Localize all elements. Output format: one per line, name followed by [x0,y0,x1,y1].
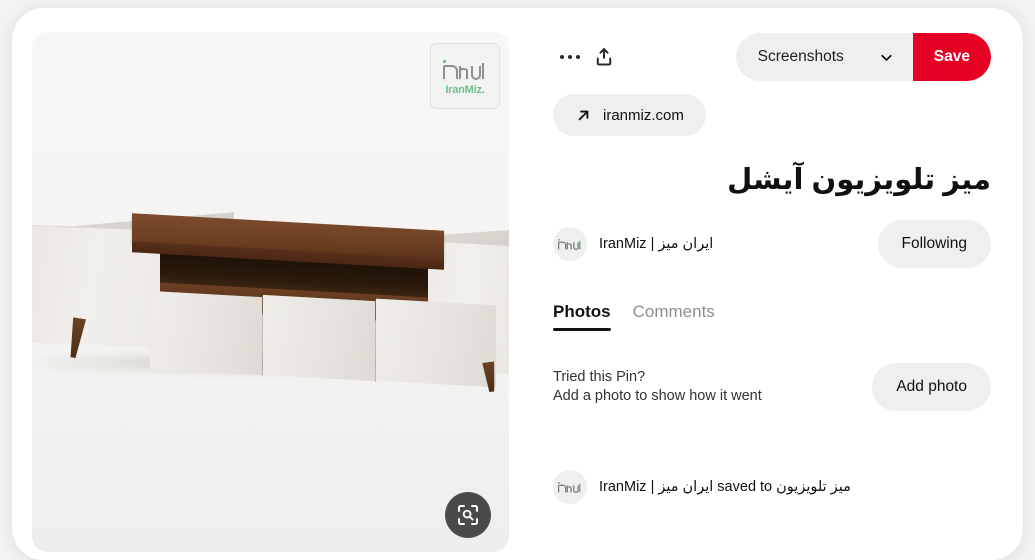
save-control-group: Screenshots Save [735,33,991,81]
share-icon [596,48,612,66]
pin-media-column: IranMiz. [12,8,509,560]
drawer-face [376,298,496,388]
board-select-label: Screenshots [757,48,844,65]
saved-to-row: IranMiz | ایران میز saved to میز تلویزیو… [553,470,991,504]
source-domain-label: iranmiz.com [603,106,684,124]
pin-closeup-card: IranMiz. Screenshots Save iranmiz.com می… [12,8,1023,560]
drawer-seam [375,299,376,383]
source-link-pill[interactable]: iranmiz.com [553,94,706,136]
tried-this-pin-headline: Tried this Pin? [553,368,646,385]
chevron-down-icon [881,54,892,61]
creator-name[interactable]: IranMiz | ایران میز [599,236,713,252]
more-options-button[interactable] [553,40,587,74]
add-photo-button[interactable]: Add photo [872,363,991,412]
iranmiz-logo-icon [443,59,484,80]
tab-photos[interactable]: Photos [553,302,611,332]
external-link-arrow-icon [578,110,589,120]
pin-action-bar: Screenshots Save [553,33,991,81]
iranmiz-watermark: IranMiz. [430,43,500,109]
tried-this-pin-subtext: Add a photo to show how it went [553,388,762,405]
following-button[interactable]: Following [877,220,991,269]
pin-source-row: iranmiz.com [553,94,991,136]
visual-search-icon [458,505,478,525]
board-select-dropdown[interactable]: Screenshots [735,33,913,81]
pin-detail-column: Screenshots Save iranmiz.com میز تلویزیو… [509,8,1023,560]
watermark-brand-text: IranMiz. [445,83,485,96]
drawer-seam [262,295,263,377]
iranmiz-logo-icon [557,238,581,250]
pin-creator-row: IranMiz | ایران میز Following [553,220,991,269]
tab-comments[interactable]: Comments [633,302,715,331]
pin-title: میز تلویزیون آیشل [727,164,991,196]
saved-to-avatar[interactable] [553,470,587,504]
pin-image[interactable]: IranMiz. [32,32,509,552]
drawer-face [263,294,375,382]
tried-this-pin-text: Tried this Pin? Add a photo to show how … [553,368,762,407]
pin-tabs: Photos Comments [553,302,991,332]
drawer-face [150,290,262,376]
share-button[interactable] [587,40,621,74]
more-options-icon [559,54,581,60]
save-button[interactable]: Save [912,33,991,81]
visual-search-button[interactable] [445,492,491,538]
tv-stand-photo [32,32,509,552]
iranmiz-logo-icon [557,481,581,493]
saved-to-text: IranMiz | ایران میز saved to میز تلویزیو… [599,479,851,495]
tried-this-pin-row: Tried this Pin? Add a photo to show how … [553,363,991,412]
creator-avatar[interactable] [553,227,587,262]
